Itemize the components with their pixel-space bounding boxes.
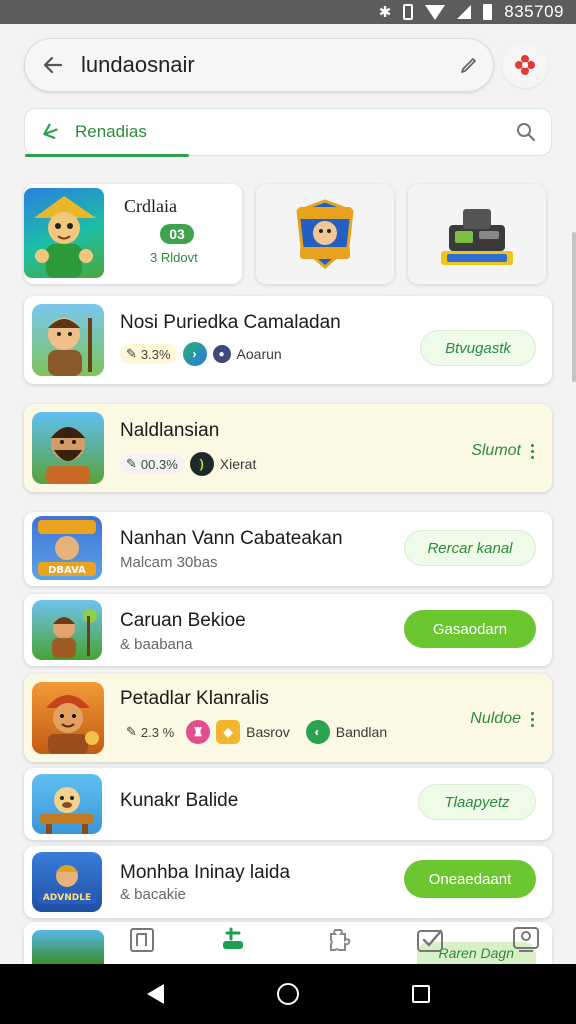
edit-icon[interactable] — [445, 54, 493, 76]
rating-value: 3.3% — [140, 346, 171, 362]
featured-subtitle: 3 Rldovt — [150, 250, 198, 265]
app-row[interactable]: Nosi Puriedka Camaladan ✎ 3.3% › ● Aoarun… — [24, 296, 552, 384]
app-row[interactable]: Naldlansian ✎ 00.3% ) Xierat Slumot — [24, 404, 552, 492]
nav-back-icon[interactable] — [146, 984, 164, 1004]
tab-account-icon[interactable] — [508, 924, 544, 956]
developer-name: Basrov — [246, 724, 290, 740]
gift-icon: ◆ — [216, 720, 241, 744]
app-title: Nanhan Vann Cabateakan — [120, 528, 343, 549]
app-meta: ✎ 3.3% › ● Aoarun — [120, 342, 282, 366]
app-title: Caruan Bekioe — [120, 610, 246, 631]
featured-game-icon — [24, 188, 104, 278]
app-meta: ✎ 2.3 % ♜ ◆ Basrov ◐ Bandlan — [120, 720, 387, 744]
filter-bar[interactable]: Renadias — [24, 108, 552, 157]
search-icon[interactable] — [501, 122, 551, 142]
app-row[interactable]: Caruan Bekioe & baabana Gasaodarn — [24, 594, 552, 666]
app-meta: ✎ 00.3% ) Xierat — [120, 452, 256, 476]
app-row[interactable]: DBAVA Nanhan Vann Cabateakan Malcam 30ba… — [24, 512, 552, 586]
phone-icon — [403, 4, 414, 20]
rating-pill: ✎ 3.3% — [120, 344, 177, 364]
tab-puzzle-icon[interactable] — [322, 924, 358, 956]
developer-name-2: Bandlan — [335, 724, 388, 740]
featured-title: Crdlaia — [124, 196, 177, 216]
app-title: Kunakr Balide — [120, 790, 239, 811]
tab-tasks-icon[interactable] — [412, 924, 448, 956]
developer-name: Xierat — [219, 456, 257, 472]
app-icon: ADVNDLE — [32, 852, 102, 912]
get-button[interactable]: Oneaedaant — [404, 860, 536, 898]
search-query[interactable]: lundaosnair — [81, 52, 445, 78]
scrollbar[interactable] — [572, 232, 576, 382]
tab-library-icon[interactable] — [124, 924, 160, 956]
app-subtitle: Malcam 30bas — [120, 554, 218, 571]
action-label[interactable]: Nuldoe — [470, 710, 521, 728]
status-bar: ✱ 835709 — [0, 0, 576, 24]
developer-name: Aoarun — [236, 346, 282, 362]
more-icon[interactable] — [531, 711, 534, 727]
app-icon — [32, 412, 104, 484]
developer-icon: ● — [212, 345, 231, 363]
pencil-icon: ✎ — [126, 456, 137, 471]
install-button[interactable]: Rercar kanal — [404, 530, 536, 566]
app-row[interactable]: Petadlar Klanralis ✎ 2.3 % ♜ ◆ Basrov ◐ B… — [24, 674, 552, 762]
icon-text: ADVNDLE — [43, 893, 91, 903]
app-subtitle: & bacakie — [120, 886, 186, 903]
status-time: 835709 — [504, 2, 564, 21]
app-icon — [32, 600, 102, 660]
search-bar[interactable]: lundaosnair — [24, 38, 494, 92]
app-icon — [32, 304, 104, 376]
green-badge-icon: ◐ — [305, 720, 330, 744]
app-icon: DBAVA — [32, 516, 102, 580]
tab-games-icon[interactable] — [214, 924, 250, 956]
filter-label[interactable]: Renadias — [75, 122, 501, 142]
install-button[interactable]: Tlaapyetz — [418, 784, 536, 820]
more-icon[interactable] — [531, 443, 534, 459]
app-title: Naldlansian — [120, 420, 220, 441]
icon-text: DBAVA — [48, 565, 86, 576]
signal-icon — [457, 5, 472, 19]
action-label[interactable]: Slumot — [471, 442, 521, 460]
shield-game-logo — [296, 199, 354, 269]
bottom-tab-bar — [0, 918, 576, 964]
wifi-icon — [425, 4, 446, 20]
battery-icon — [483, 4, 493, 20]
app-title: Nosi Puriedka Camaladan — [120, 312, 341, 333]
app-row[interactable]: ADVNDLE Monhba Ininay laida & bacakie On… — [24, 846, 552, 918]
bluetooth-icon: ✱ — [378, 4, 392, 21]
rating-value: 00.3% — [140, 456, 178, 472]
app-icon — [32, 774, 102, 834]
featured-badge: 03 — [160, 224, 194, 244]
machine-game-logo — [441, 209, 513, 265]
nav-home-icon[interactable] — [276, 983, 299, 1005]
nav-recents-icon[interactable] — [411, 985, 430, 1003]
pencil-icon: ✎ — [126, 346, 137, 361]
system-nav-bar — [0, 964, 576, 1024]
action-link[interactable]: Slumot — [471, 442, 534, 460]
featured-card[interactable]: Crdlaia 03 3 Rldovt — [24, 184, 242, 284]
app-subtitle: & baabana — [120, 636, 193, 653]
featured-tile-machine[interactable] — [408, 184, 546, 284]
rating-pill: ✎ 2.3 % — [120, 722, 180, 742]
app-title: Monhba Ininay laida — [120, 862, 291, 883]
app-title: Petadlar Klanralis — [120, 688, 269, 709]
app-icon — [32, 682, 104, 754]
add-shortcut-icon[interactable] — [502, 42, 548, 88]
get-button[interactable]: Gasaodarn — [404, 610, 536, 648]
dark-badge-icon: ) — [189, 452, 214, 476]
play-icon: › — [182, 342, 207, 366]
rating-pill: ✎ 00.3% — [120, 454, 184, 474]
back-arrow-icon[interactable] — [25, 38, 81, 92]
pink-badge-icon: ♜ — [186, 720, 211, 744]
filter-underline — [25, 154, 189, 157]
pencil-icon: ✎ — [126, 724, 137, 739]
featured-tile-game[interactable] — [256, 184, 394, 284]
filter-arrow-icon[interactable] — [25, 121, 75, 143]
app-row[interactable]: Kunakr Balide Tlaapyetz — [24, 768, 552, 840]
rating-value: 2.3 % — [140, 724, 175, 740]
install-button[interactable]: Btvugastk — [420, 330, 536, 366]
action-link[interactable]: Nuldoe — [470, 710, 534, 728]
